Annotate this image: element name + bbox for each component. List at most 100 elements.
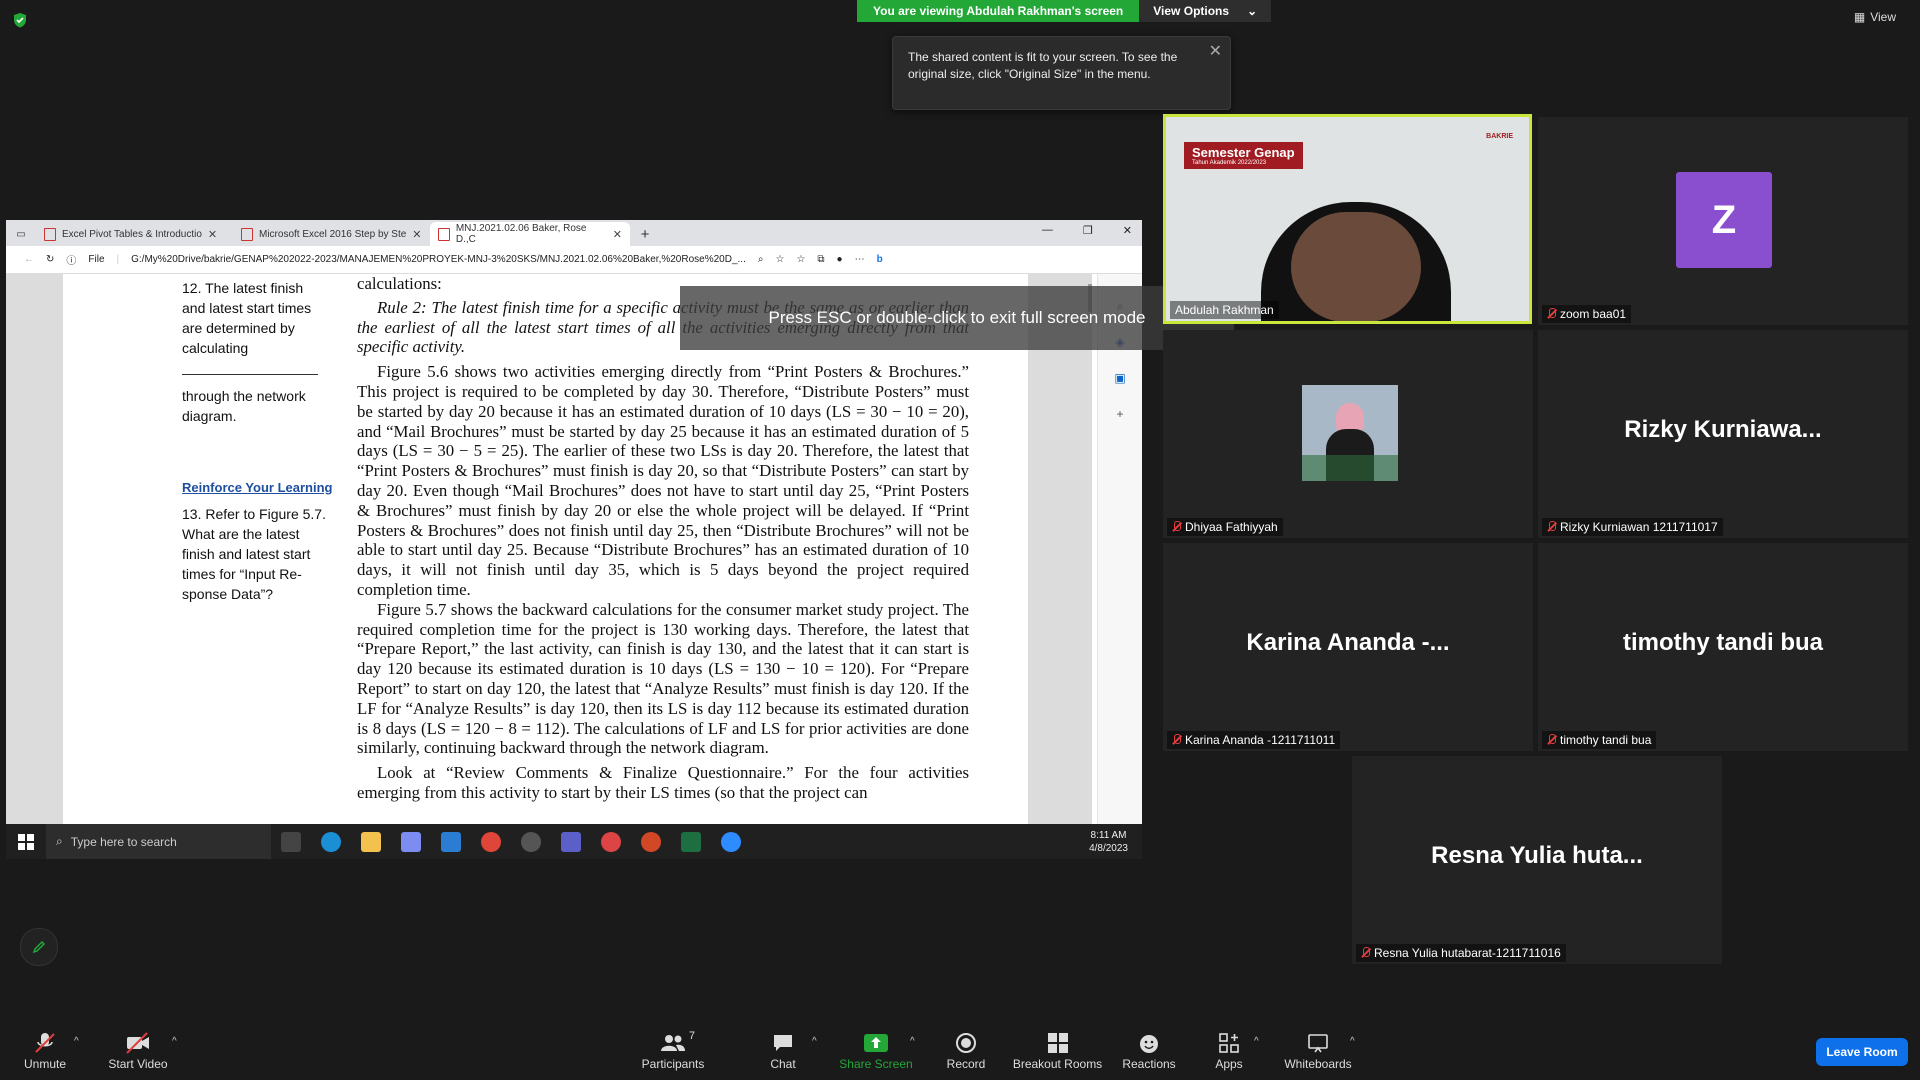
info-icon[interactable]: ⓘ: [66, 252, 76, 267]
add-icon[interactable]: +: [1098, 396, 1142, 432]
bing-icon[interactable]: b: [877, 254, 883, 265]
apps-label: Apps: [1215, 1056, 1243, 1071]
view-layout-label: View: [1870, 10, 1896, 24]
participant-display-name: Resna Yulia huta...: [1431, 842, 1643, 869]
chevron-down-icon: ⌄: [1247, 4, 1258, 18]
browser-tab-bar: ▭ Excel Pivot Tables & Introductio ✕ Mic…: [6, 220, 1142, 246]
share-screen-button[interactable]: Share Screen: [831, 1022, 921, 1080]
taskbar-clock[interactable]: 8:11 AM 4/8/2023: [1089, 829, 1128, 855]
pdf-icon: [241, 227, 253, 241]
app-icon[interactable]: [401, 831, 421, 852]
security-shield-icon[interactable]: [12, 12, 28, 28]
more-icon[interactable]: ⋯: [855, 254, 865, 265]
zoom-icon[interactable]: [721, 831, 741, 852]
outlook-icon[interactable]: ▣: [1098, 360, 1142, 396]
chrome-profile-icon[interactable]: [601, 831, 621, 852]
participant-name-tag: zoom baa01: [1542, 305, 1632, 323]
viewing-label: You are viewing Abdulah Rakhman's screen: [857, 0, 1140, 22]
address-bar: ← ↻ ⓘ File | G:/My%20Drive/bakrie/GENAP%…: [6, 246, 1142, 274]
start-video-button[interactable]: Start Video: [93, 1022, 183, 1080]
participants-button[interactable]: 7 Participants: [628, 1022, 718, 1080]
mic-muted-icon: [1547, 521, 1556, 533]
chevron-up-icon[interactable]: ^: [910, 1036, 915, 1047]
pdf-viewer[interactable]: 12. The latest finish and latest start ti…: [6, 274, 1092, 845]
chrome-icon[interactable]: [481, 831, 501, 852]
chevron-up-icon[interactable]: ^: [172, 1036, 177, 1047]
participant-display-name: Karina Ananda -...: [1246, 629, 1450, 656]
record-button[interactable]: Record: [921, 1022, 1011, 1080]
back-icon[interactable]: ←: [24, 254, 34, 265]
clock-time: 8:11 AM: [1090, 829, 1127, 841]
maximize-icon[interactable]: ❐: [1083, 224, 1093, 237]
favorite-icon[interactable]: ☆: [775, 254, 784, 265]
unmute-button[interactable]: Unmute: [0, 1022, 90, 1080]
chevron-up-icon[interactable]: ^: [1350, 1036, 1355, 1047]
browser-tab[interactable]: Excel Pivot Tables & Introductio ✕: [36, 222, 233, 246]
browser-tab-active[interactable]: MNJ.2021.02.06 Baker, Rose D.,C ✕: [430, 222, 630, 246]
video-tile-active-speaker[interactable]: Semester Genap Tahun Akademik 2022/2023 …: [1163, 114, 1532, 324]
tab-title: MNJ.2021.02.06 Baker, Rose D.,C: [455, 223, 587, 245]
chevron-up-icon[interactable]: ^: [74, 1036, 79, 1047]
paragraph: Look at “Review Comments & Finalize Ques…: [357, 763, 969, 802]
close-icon[interactable]: ✕: [1209, 41, 1222, 61]
video-tile[interactable]: Karina Ananda -... Karina Ananda -121171…: [1163, 543, 1533, 751]
chevron-up-icon[interactable]: ^: [812, 1036, 817, 1047]
breakout-rooms-label: Breakout Rooms: [1012, 1056, 1103, 1071]
powerpoint-icon[interactable]: [641, 831, 661, 852]
new-tab-icon[interactable]: +: [630, 222, 660, 246]
pdf-icon: [438, 227, 450, 241]
reactions-button[interactable]: Reactions: [1104, 1022, 1194, 1080]
tab-actions-icon[interactable]: ▭: [6, 222, 36, 246]
excel-icon[interactable]: [681, 831, 701, 852]
taskbar-search[interactable]: ⌕ Type here to search: [46, 824, 271, 859]
participants-icon: 7: [653, 1030, 695, 1054]
window-controls: — ❐ ✕: [1042, 224, 1132, 237]
search-icon: ⌕: [56, 834, 63, 848]
close-icon[interactable]: ✕: [412, 228, 421, 241]
favorites-icon[interactable]: ☆: [796, 254, 805, 265]
profile-icon[interactable]: ●: [837, 254, 843, 265]
chat-button[interactable]: Chat: [738, 1022, 828, 1080]
edge-icon[interactable]: [321, 831, 341, 852]
annotate-pencil-icon[interactable]: [20, 928, 58, 966]
pdf-page: 12. The latest finish and latest start ti…: [63, 274, 1028, 845]
leave-room-button[interactable]: Leave Room: [1816, 1038, 1908, 1066]
video-tile[interactable]: timothy tandi bua timothy tandi bua: [1538, 543, 1908, 751]
reactions-label: Reactions: [1122, 1056, 1176, 1071]
participant-name-tag: Resna Yulia hutabarat-1211711016: [1356, 944, 1566, 962]
video-tile[interactable]: Resna Yulia huta... Resna Yulia hutabara…: [1352, 756, 1722, 964]
close-icon[interactable]: ✕: [208, 228, 217, 241]
record-label: Record: [946, 1056, 986, 1071]
speaker-face: [1291, 212, 1421, 321]
mail-icon[interactable]: [441, 831, 461, 852]
zoom-icon[interactable]: ⌕: [758, 254, 764, 265]
breakout-rooms-icon: [1045, 1032, 1071, 1054]
pdf-body-text: calculations: Rule 2: The latest finish …: [357, 274, 969, 803]
reinforce-learning-heading: Reinforce Your Learning: [182, 480, 333, 495]
apps-button[interactable]: Apps: [1184, 1022, 1274, 1080]
task-view-icon[interactable]: [281, 831, 301, 852]
meeting-toolbar: Unmute ^ Start Video ^ 7 Participants Ch…: [0, 1022, 1920, 1080]
whiteboards-button[interactable]: Whiteboards: [1274, 1022, 1362, 1080]
breakout-rooms-button[interactable]: Breakout Rooms: [1011, 1022, 1104, 1080]
url-field[interactable]: G:/My%20Drive/bakrie/GENAP%202022-2023/M…: [131, 254, 746, 265]
teams-icon[interactable]: [561, 831, 581, 852]
collections-icon[interactable]: ⧉: [817, 254, 824, 265]
windows-start-icon[interactable]: [6, 833, 46, 850]
browser-tab[interactable]: Microsoft Excel 2016 Step by Ste ✕: [233, 222, 430, 246]
view-options-button[interactable]: View Options ⌄: [1139, 0, 1272, 22]
video-tile[interactable]: Rizky Kurniawa... Rizky Kurniawan 121171…: [1538, 330, 1908, 538]
close-icon[interactable]: ✕: [613, 228, 622, 241]
refresh-icon[interactable]: ↻: [46, 254, 54, 265]
obs-icon[interactable]: [521, 831, 541, 852]
participant-name-tag: Dhiyaa Fathiyyah: [1167, 518, 1283, 536]
close-window-icon[interactable]: ✕: [1123, 224, 1132, 237]
video-tile[interactable]: Dhiyaa Fathiyyah: [1163, 330, 1533, 538]
apps-icon: [1216, 1032, 1242, 1054]
minimize-icon[interactable]: —: [1042, 224, 1053, 237]
video-tile[interactable]: Z zoom baa01: [1538, 117, 1908, 325]
view-layout-button[interactable]: ▦ View: [1854, 10, 1896, 24]
record-icon: [953, 1032, 979, 1054]
chevron-up-icon[interactable]: ^: [1254, 1036, 1259, 1047]
file-explorer-icon[interactable]: [361, 831, 381, 852]
